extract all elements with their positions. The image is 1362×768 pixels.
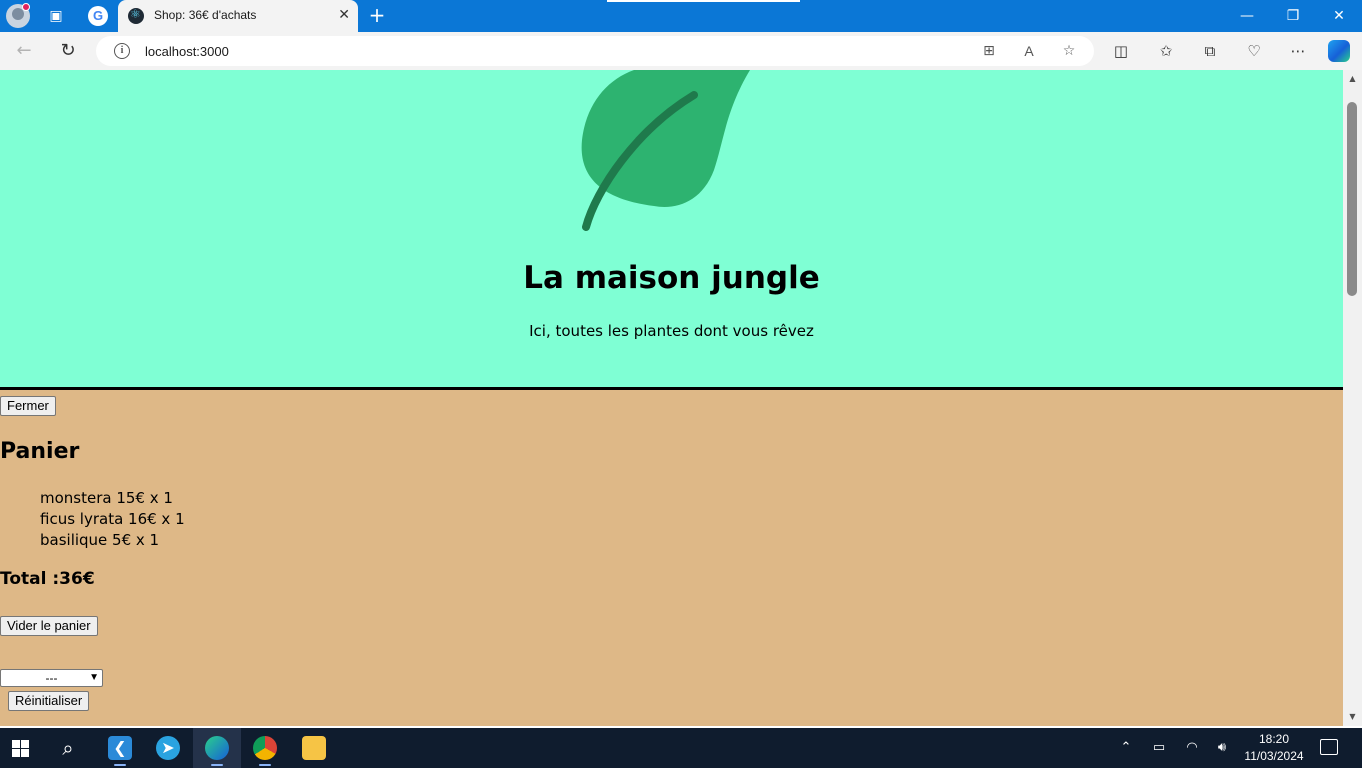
category-select-value: --- <box>45 671 58 685</box>
edge-icon <box>205 736 229 760</box>
window-drag-indicator <box>607 0 800 2</box>
react-favicon-icon <box>128 7 144 24</box>
url-field[interactable]: i localhost:3000 ⊞ A ☆ <box>96 36 1094 66</box>
page-viewport: La maison jungle Ici, toutes les plantes… <box>0 70 1343 726</box>
cart-item: monstera 15€ x 1 <box>40 489 173 507</box>
search-button[interactable]: ⌕ <box>44 728 92 768</box>
search-icon: ⌕ <box>62 736 74 760</box>
tab-shop[interactable]: Shop: 36€ d'achats ✕ <box>118 0 358 32</box>
close-window-button[interactable]: ✕ <box>1316 0 1362 32</box>
google-tab-icon[interactable]: G <box>88 6 108 26</box>
reset-button[interactable]: Réinitialiser <box>8 691 90 711</box>
address-toolbar: ← ↻ i localhost:3000 ⊞ A ☆ ◫ ✩ ⧉ ♡ ⋯ <box>0 32 1362 70</box>
clock-time: 18:20 <box>1258 732 1290 746</box>
cart-panel: Fermer Panier monstera 15€ x 1 ficus lyr… <box>0 393 1343 726</box>
scroll-thumb[interactable] <box>1347 102 1357 296</box>
minimize-button[interactable]: — <box>1224 0 1270 32</box>
cart-total: Total :36€ <box>0 569 95 589</box>
new-tab-button[interactable]: + <box>366 4 388 26</box>
cart-item: ficus lyrata 16€ x 1 <box>40 510 185 528</box>
chevron-down-icon: ▼ <box>89 672 99 683</box>
favorite-star-icon[interactable]: ☆ <box>1060 42 1078 60</box>
read-aloud-icon[interactable]: A <box>1020 42 1038 60</box>
chevron-up-icon[interactable]: ⌃ <box>1116 738 1136 758</box>
tab-title: Shop: 36€ d'achats <box>154 8 257 22</box>
start-button[interactable] <box>0 728 48 768</box>
clock-date: 11/03/2024 <box>1244 749 1304 763</box>
wifi-icon[interactable]: ◠ <box>1182 738 1202 758</box>
back-arrow-icon[interactable]: ← <box>12 40 36 62</box>
page-banner: La maison jungle Ici, toutes les plantes… <box>0 70 1343 390</box>
copilot-icon[interactable] <box>1328 40 1350 62</box>
cart-title: Panier <box>0 439 80 464</box>
taskbar-vscode[interactable]: ❮ <box>96 728 144 768</box>
taskbar-chrome[interactable] <box>241 728 289 768</box>
vscode-icon: ❮ <box>108 736 132 760</box>
favorites-icon[interactable]: ✩ <box>1155 40 1177 62</box>
empty-cart-button[interactable]: Vider le panier <box>0 616 98 636</box>
telegram-icon: ➤ <box>156 736 180 760</box>
page-title: La maison jungle <box>523 260 820 296</box>
browser-tab-bar: ▣ G Shop: 36€ d'achats ✕ + — ❐ ✕ <box>0 0 1362 32</box>
page-subtitle: Ici, toutes les plantes dont vous rêvez <box>529 322 814 340</box>
battery-icon[interactable]: ▭ <box>1149 738 1169 758</box>
refresh-icon[interactable]: ↻ <box>56 40 80 62</box>
taskbar-file-explorer[interactable] <box>290 728 338 768</box>
close-tab-icon[interactable]: ✕ <box>338 7 350 23</box>
workspaces-icon[interactable]: ▣ <box>46 6 66 26</box>
volume-icon[interactable]: 🔊︎ <box>1212 738 1232 758</box>
app-install-icon[interactable]: ⊞ <box>980 42 998 60</box>
cart-item: basilique 5€ x 1 <box>40 531 160 549</box>
page-scrollbar[interactable]: ▲ ▼ <box>1343 70 1362 726</box>
restore-button[interactable]: ❐ <box>1270 0 1316 32</box>
cart-item-list: monstera 15€ x 1 ficus lyrata 16€ x 1 ba… <box>40 488 185 551</box>
url-text[interactable]: localhost:3000 <box>145 44 229 59</box>
site-info-icon[interactable]: i <box>114 43 130 59</box>
chrome-icon <box>253 736 277 760</box>
windows-logo-icon <box>12 740 29 757</box>
folder-icon <box>302 736 326 760</box>
scroll-down-icon[interactable]: ▼ <box>1343 710 1362 724</box>
collections-icon[interactable]: ⧉ <box>1199 40 1221 62</box>
leaf-logo-icon <box>581 70 750 231</box>
close-cart-button[interactable]: Fermer <box>0 396 56 416</box>
split-screen-icon[interactable]: ◫ <box>1110 40 1132 62</box>
browser-essentials-icon[interactable]: ♡ <box>1243 40 1265 62</box>
category-select[interactable]: --- ▼ <box>0 669 103 687</box>
more-menu-icon[interactable]: ⋯ <box>1287 40 1309 62</box>
windows-taskbar: ⌕ ❮ ➤ ⌃ ▭ ◠ 🔊︎ 18:20 11/03/2024 <box>0 728 1362 768</box>
taskbar-telegram[interactable]: ➤ <box>144 728 192 768</box>
notification-center-icon[interactable] <box>1320 739 1338 755</box>
scroll-up-icon[interactable]: ▲ <box>1343 72 1362 86</box>
notification-dot <box>22 3 30 11</box>
system-clock[interactable]: 18:20 11/03/2024 <box>1238 731 1310 765</box>
taskbar-edge[interactable] <box>193 728 241 768</box>
